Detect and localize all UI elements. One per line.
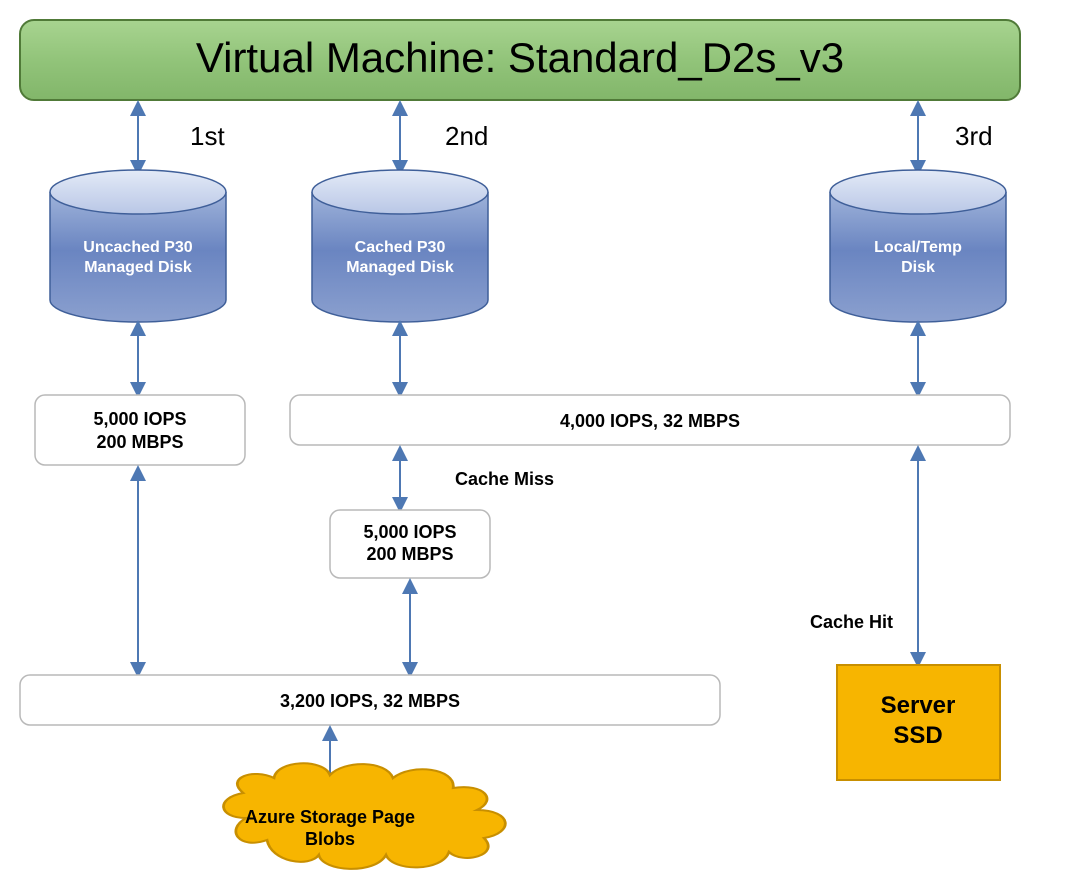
uncached-disk-label-1: Uncached P30 [83,239,192,256]
vm-cap-uncached-box: 3,200 IOPS, 32 MBPS [20,675,720,725]
vm-cap-cached-text: 4,000 IOPS, 32 MBPS [560,411,740,431]
label-3rd: 3rd [955,121,993,151]
server-ssd-2: SSD [893,722,942,749]
server-ssd-box: Server SSD [837,665,1000,780]
local-disk-label-1: Local/Temp [874,239,962,256]
uncached-disk-label-2: Managed Disk [84,259,192,276]
cached-disk-icon: Cached P30 Managed Disk [312,170,488,322]
uncached-cap-2: 200 MBPS [96,432,183,452]
vm-cap-uncached-text: 3,200 IOPS, 32 MBPS [280,691,460,711]
vm-title: Virtual Machine: Standard_D2s_v3 [196,34,844,81]
cached-disk-label-1: Cached P30 [355,239,446,256]
local-disk-label-2: Disk [901,259,935,276]
cached-cap-box: 5,000 IOPS 200 MBPS [330,510,490,578]
uncached-cap-box: 5,000 IOPS 200 MBPS [35,395,245,465]
label-1st: 1st [190,121,225,151]
cached-cap-2: 200 MBPS [366,544,453,564]
uncached-disk-icon: Uncached P30 Managed Disk [50,170,226,322]
cache-hit-label: Cache Hit [810,612,893,632]
vm-cap-cached-box: 4,000 IOPS, 32 MBPS [290,395,1010,445]
uncached-cap-1: 5,000 IOPS [93,409,186,429]
label-2nd: 2nd [445,121,488,151]
storage-label-1: Azure Storage Page [245,807,415,827]
cached-disk-label-2: Managed Disk [346,259,454,276]
cached-cap-1: 5,000 IOPS [363,522,456,542]
azure-storage-cloud: Azure Storage Page Blobs [224,763,506,869]
server-ssd-1: Server [881,692,956,719]
local-disk-icon: Local/Temp Disk [830,170,1006,322]
vm-box: Virtual Machine: Standard_D2s_v3 [20,20,1020,100]
storage-label-2: Blobs [305,829,355,849]
cache-miss-label: Cache Miss [455,469,554,489]
